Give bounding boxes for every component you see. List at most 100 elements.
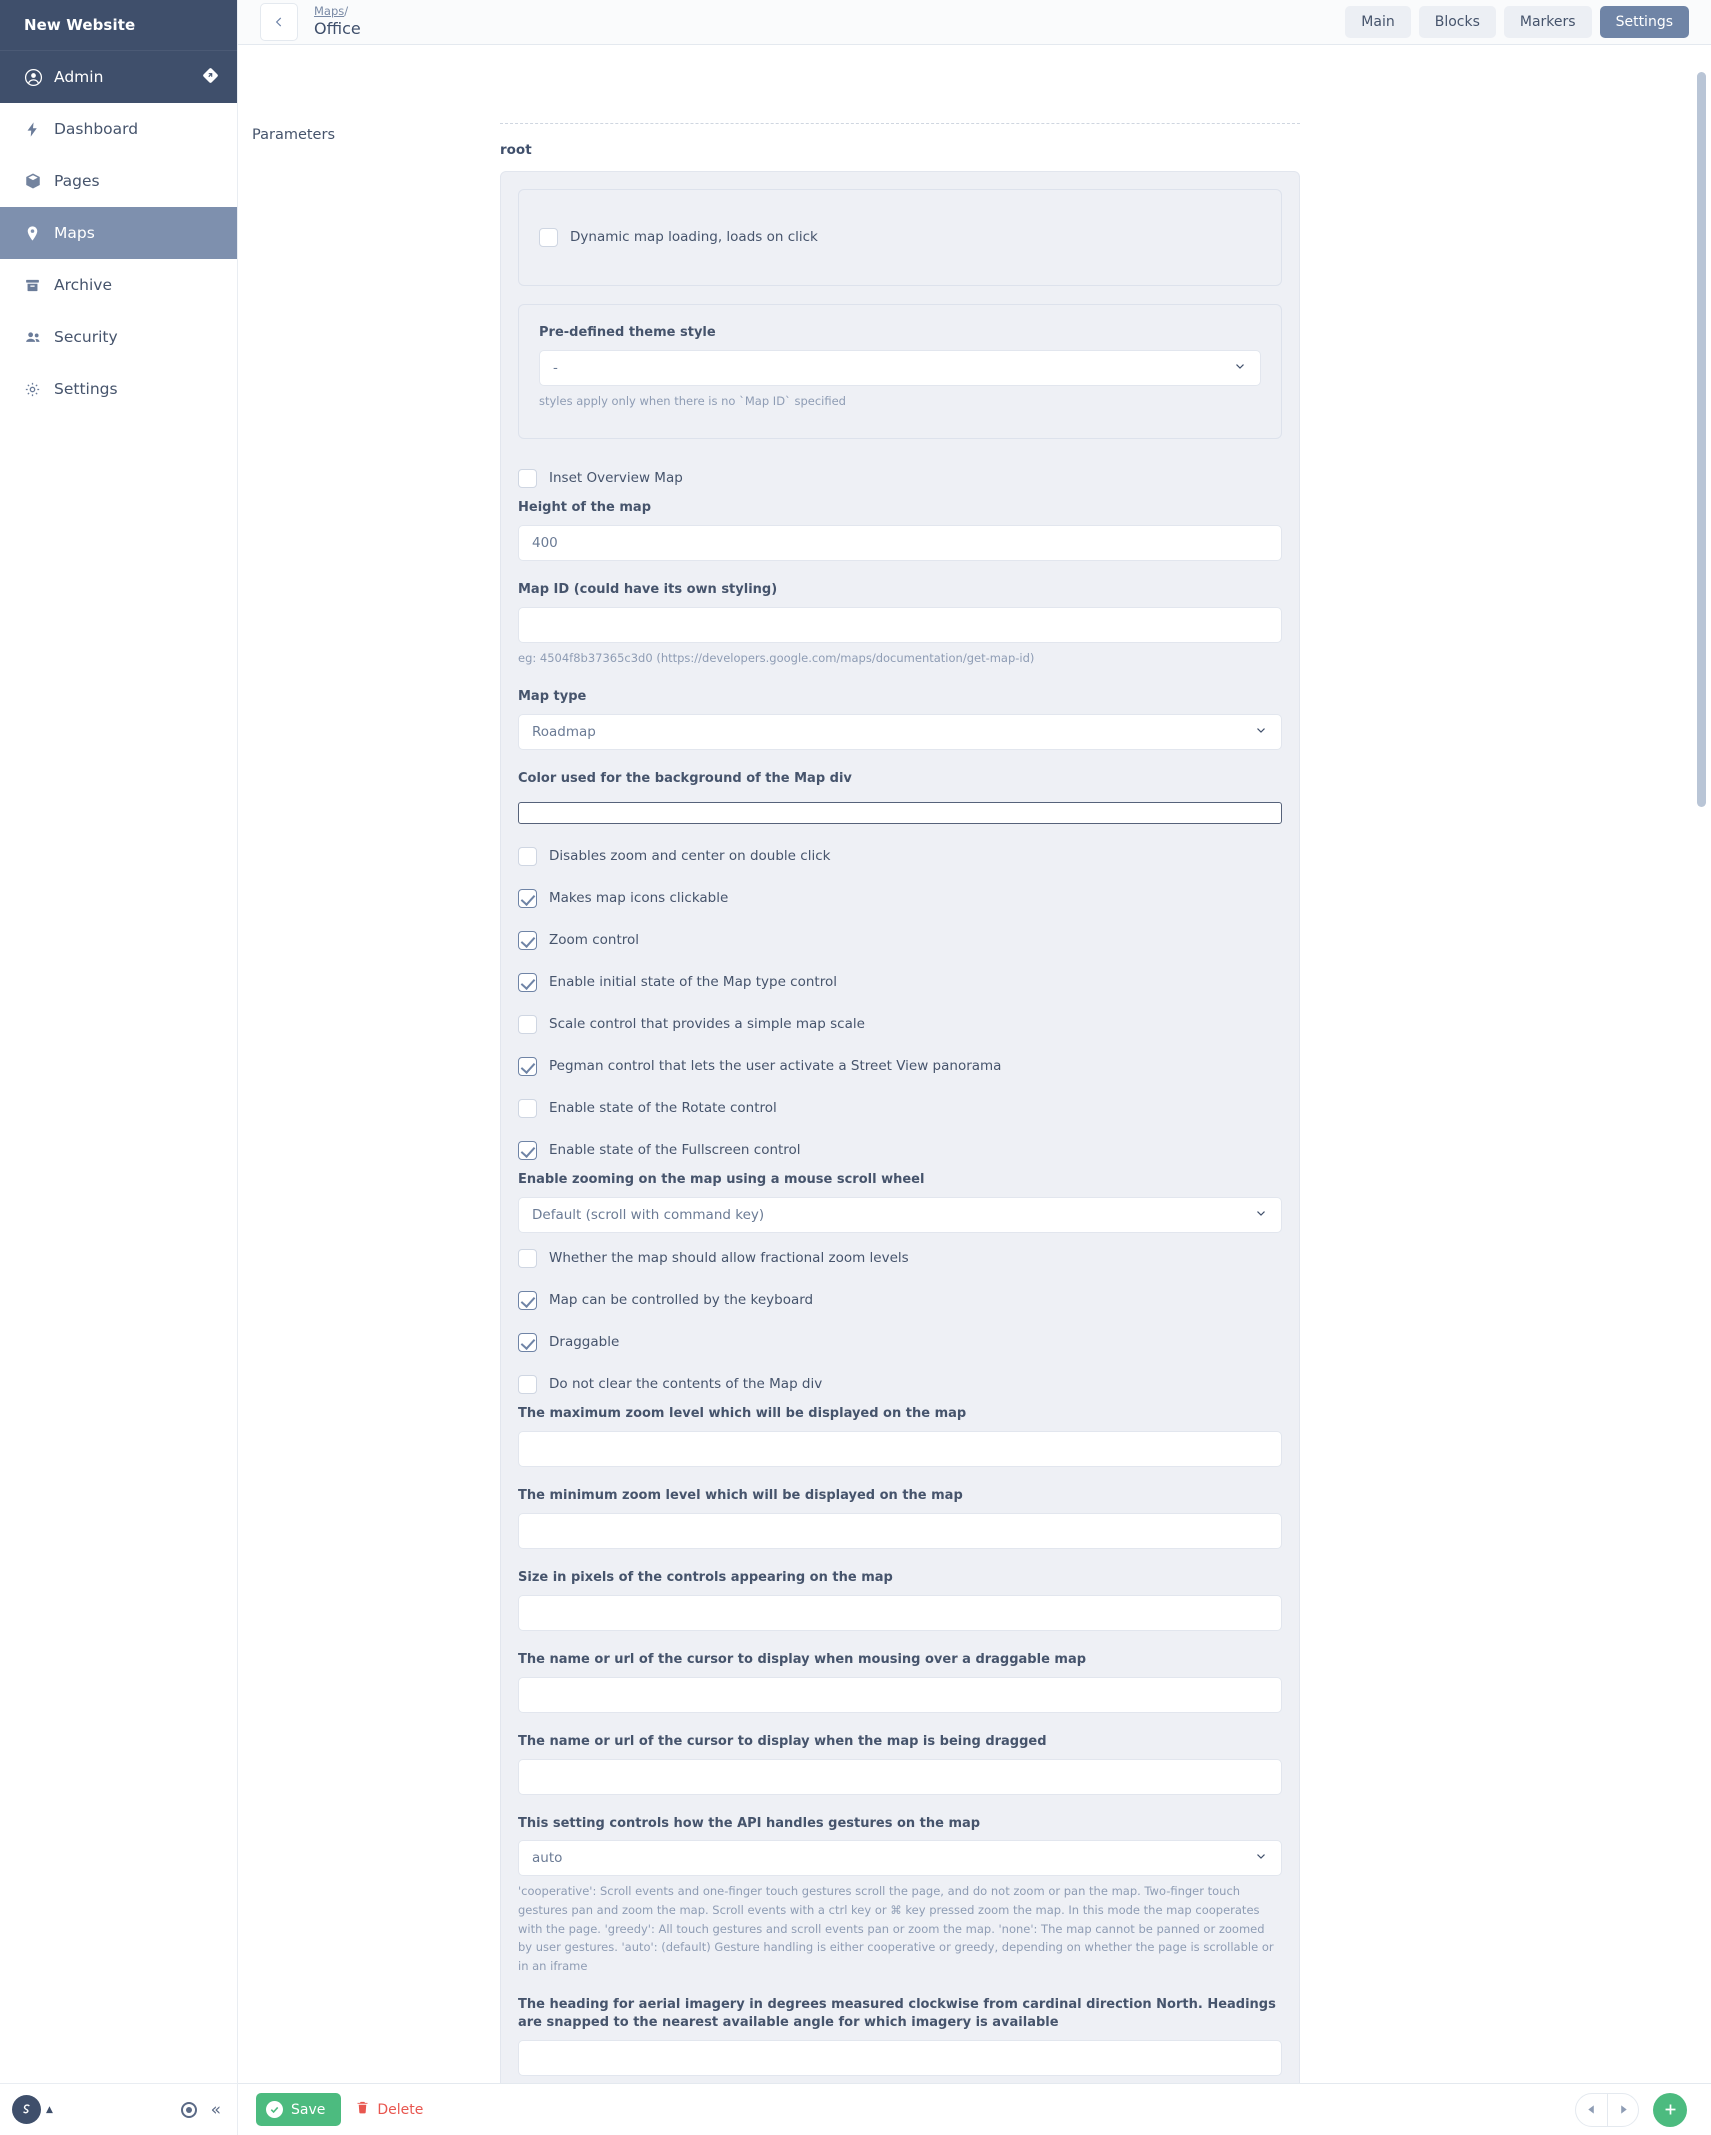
sidebar-item-maps[interactable]: Maps xyxy=(0,207,237,259)
diamond-arrow-icon[interactable] xyxy=(202,67,219,88)
map-type-select[interactable]: Roadmap xyxy=(518,713,1282,750)
field-min-zoom: The minimum zoom level which will be dis… xyxy=(518,1487,1282,1549)
breadcrumb-link-maps[interactable]: Maps xyxy=(314,4,344,18)
add-record-button[interactable] xyxy=(1653,2092,1687,2127)
checkbox-zoom-control[interactable] xyxy=(518,930,537,950)
checkbox-inset-overview[interactable] xyxy=(518,468,537,488)
control-size-input[interactable] xyxy=(518,1594,1282,1631)
content-scroll-area[interactable]: Parameters root Dynamic map loading, loa… xyxy=(238,45,1711,2083)
height-label: Height of the map xyxy=(518,500,652,516)
tab-settings[interactable]: Settings xyxy=(1599,6,1689,38)
sidebar-item-pages[interactable]: Pages xyxy=(0,155,237,207)
page-title: Office xyxy=(314,19,361,39)
cursor-drag-label: The name or url of the cursor to display… xyxy=(518,1733,1047,1749)
sidebar: New Website Admin Dashboard Pages Maps A… xyxy=(0,0,238,2135)
checkbox-row-dynamic-loading[interactable]: Dynamic map loading, loads on click xyxy=(539,209,1261,265)
checkbox-label: Dynamic map loading, loads on click xyxy=(570,229,818,245)
checkbox-label: Enable state of the Fullscreen control xyxy=(549,1142,801,1159)
sidebar-item-dashboard[interactable]: Dashboard xyxy=(0,103,237,155)
sidebar-user-row[interactable]: Admin xyxy=(0,50,237,103)
theme-style-value: - xyxy=(553,359,558,376)
cursor-drag-input[interactable] xyxy=(518,1758,1282,1795)
checkbox-scale-control[interactable] xyxy=(518,1014,537,1034)
checkbox-row-pegman-control[interactable]: Pegman control that lets the user activa… xyxy=(518,1045,1282,1087)
collapse-sidebar-icon[interactable]: « xyxy=(211,2100,221,2120)
chevron-down-icon xyxy=(1233,359,1247,377)
prev-record-button[interactable] xyxy=(1576,2094,1607,2126)
scrollbar-thumb[interactable] xyxy=(1697,72,1706,807)
checkbox-label: Scale control that provides a simple map… xyxy=(549,1016,865,1033)
checkbox-row-scale-control[interactable]: Scale control that provides a simple map… xyxy=(518,1003,1282,1045)
checkbox-row-fullscreen-control[interactable]: Enable state of the Fullscreen control xyxy=(518,1129,1282,1171)
checkbox-fractional-zoom[interactable] xyxy=(518,1248,537,1268)
tab-markers[interactable]: Markers xyxy=(1503,6,1592,38)
scroll-zoom-value: Default (scroll with command key) xyxy=(532,1207,765,1224)
vertical-scrollbar[interactable] xyxy=(1697,45,1706,2083)
sidebar-item-label: Settings xyxy=(54,380,118,398)
trash-icon xyxy=(355,2100,370,2119)
map-id-input[interactable] xyxy=(518,607,1282,644)
checkbox-disable-doubleclick-zoom[interactable] xyxy=(518,846,537,866)
checkbox-fullscreen-control[interactable] xyxy=(518,1140,537,1160)
heading-input[interactable] xyxy=(518,2040,1282,2077)
min-zoom-input[interactable] xyxy=(518,1513,1282,1549)
save-button[interactable]: Save xyxy=(256,2093,342,2126)
tab-blocks[interactable]: Blocks xyxy=(1418,6,1496,38)
checkbox-keyboard-control[interactable] xyxy=(518,1290,537,1310)
field-map-type: Map type Roadmap xyxy=(518,688,1282,750)
main-area: Maps/ Office Main Blocks Markers Setting… xyxy=(238,0,1711,2135)
record-dot-icon[interactable] xyxy=(180,2101,197,2118)
checkbox-map-icons-clickable[interactable] xyxy=(518,888,537,908)
checkbox-row-disable-doubleclick-zoom[interactable]: Disables zoom and center on double click xyxy=(518,835,1282,877)
checkbox-label: Map can be controlled by the keyboard xyxy=(549,1292,814,1309)
parameters-form: root Dynamic map loading, loads on click xyxy=(500,45,1711,2083)
checkbox-row-no-clear[interactable]: Do not clear the contents of the Map div xyxy=(518,1363,1282,1405)
back-button[interactable] xyxy=(260,3,298,41)
tab-bar: Main Blocks Markers Settings xyxy=(1345,6,1689,38)
gesture-handling-select[interactable]: auto xyxy=(518,1840,1282,1877)
gear-icon xyxy=(24,381,54,398)
height-input[interactable]: 400 xyxy=(518,525,1282,562)
checkbox-draggable[interactable] xyxy=(518,1332,537,1352)
map-type-value: Roadmap xyxy=(532,723,596,740)
checkbox-no-clear[interactable] xyxy=(518,1374,537,1394)
checkbox-pegman-control[interactable] xyxy=(518,1056,537,1076)
app-root: New Website Admin Dashboard Pages Maps A… xyxy=(0,0,1711,2135)
tab-main[interactable]: Main xyxy=(1345,6,1411,38)
theme-style-select[interactable]: - xyxy=(539,349,1261,386)
cursor-hover-input[interactable] xyxy=(518,1676,1282,1713)
checkbox-row-draggable[interactable]: Draggable xyxy=(518,1321,1282,1363)
checkbox-row-zoom-control[interactable]: Zoom control xyxy=(518,919,1282,961)
min-zoom-label: The minimum zoom level which will be dis… xyxy=(518,1488,963,1504)
sidebar-item-label: Dashboard xyxy=(54,120,139,138)
check-circle-icon xyxy=(266,2101,283,2118)
checkbox-row-map-icons-clickable[interactable]: Makes map icons clickable xyxy=(518,877,1282,919)
sidebar-item-settings[interactable]: Settings xyxy=(0,363,237,415)
checkbox-rotate-control[interactable] xyxy=(518,1098,537,1118)
checkbox-row-keyboard-control[interactable]: Map can be controlled by the keyboard xyxy=(518,1279,1282,1321)
checkbox-row-map-type-control[interactable]: Enable initial state of the Map type con… xyxy=(518,961,1282,1003)
checkbox-label: Makes map icons clickable xyxy=(549,890,729,907)
sidebar-item-archive[interactable]: Archive xyxy=(0,259,237,311)
checkbox-row-rotate-control[interactable]: Enable state of the Rotate control xyxy=(518,1087,1282,1129)
bottom-action-bar: Save Delete xyxy=(238,2083,1711,2135)
checkbox-row-inset-overview[interactable]: Inset Overview Map xyxy=(518,457,1282,499)
footer-caret-icon[interactable]: ▲ xyxy=(46,2105,53,2115)
app-logo-icon[interactable] xyxy=(12,2095,41,2124)
checkbox-row-fractional-zoom[interactable]: Whether the map should allow fractional … xyxy=(518,1237,1282,1279)
cube-icon xyxy=(24,172,54,190)
map-type-label: Map type xyxy=(518,688,587,704)
sidebar-item-security[interactable]: Security xyxy=(0,311,237,363)
scroll-zoom-select[interactable]: Default (scroll with command key) xyxy=(518,1197,1282,1234)
field-height: Height of the map 400 xyxy=(518,499,1282,562)
field-map-id: Map ID (could have its own styling) eg: … xyxy=(518,581,1282,667)
scroll-zoom-label: Enable zooming on the map using a mouse … xyxy=(518,1172,925,1188)
max-zoom-input[interactable] xyxy=(518,1431,1282,1468)
checkbox-map-type-control[interactable] xyxy=(518,972,537,992)
background-color-input[interactable] xyxy=(518,802,1282,825)
next-record-button[interactable] xyxy=(1607,2093,1638,2126)
sidebar-item-label: Security xyxy=(54,328,118,346)
gesture-handling-value: auto xyxy=(532,1850,563,1867)
delete-button[interactable]: Delete xyxy=(355,2100,423,2119)
checkbox-dynamic-loading[interactable] xyxy=(539,227,558,247)
